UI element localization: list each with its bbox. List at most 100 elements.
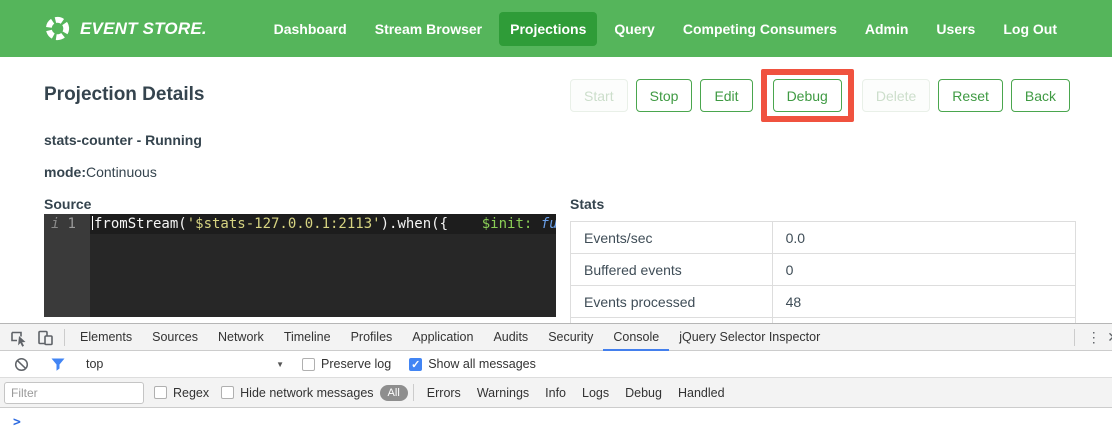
start-button[interactable]: Start: [570, 79, 628, 112]
code-line-1: fromStream('$stats-127.0.0.1:2113').when…: [90, 214, 556, 234]
preserve-log-checkbox[interactable]: [302, 358, 315, 371]
code-plain: fromStream(: [94, 216, 187, 232]
event-store-ring-icon: [44, 15, 71, 42]
edit-button[interactable]: Edit: [700, 79, 752, 112]
toolbar-separator: [413, 384, 414, 401]
mode-label: mode:: [44, 164, 86, 180]
gutter-annotation-icon: i: [51, 214, 59, 234]
regex-label: Regex: [173, 386, 209, 400]
console-prompt-chevron[interactable]: >: [0, 408, 21, 430]
nav-item-logout[interactable]: Log Out: [992, 12, 1068, 46]
level-filter-all[interactable]: All: [380, 385, 408, 401]
devtools-menu-icon[interactable]: ⋮: [1080, 324, 1107, 350]
devtools-close-icon[interactable]: ✕: [1107, 329, 1112, 346]
stat-name: Buffered events: [571, 254, 773, 285]
brand-name: EVENT STORE.: [80, 19, 207, 39]
console-output[interactable]: >: [0, 408, 1112, 439]
console-toolbar: top ▼ Preserve log ✓ Show all messages: [0, 351, 1112, 378]
filter-icon[interactable]: [44, 351, 71, 377]
regex-checkbox[interactable]: [154, 386, 167, 399]
tab-elements[interactable]: Elements: [70, 324, 142, 350]
nav-item-query[interactable]: Query: [603, 12, 665, 46]
code-area[interactable]: fromStream('$stats-127.0.0.1:2113').when…: [90, 214, 556, 317]
devtools-panel: Elements Sources Network Timeline Profil…: [0, 323, 1112, 440]
projection-action-buttons: Start Stop Edit Debug Delete Reset Back: [570, 69, 1070, 122]
preserve-log-label: Preserve log: [321, 357, 391, 371]
tab-audits[interactable]: Audits: [483, 324, 538, 350]
stats-section-label: Stats: [570, 196, 604, 212]
source-section-label: Source: [44, 196, 91, 212]
app-window: EVENT STORE. Dashboard Stream Browser Pr…: [0, 0, 1112, 440]
nav-item-projections[interactable]: Projections: [499, 12, 597, 46]
hide-network-label: Hide network messages: [240, 386, 373, 400]
hide-network-checkbox[interactable]: [221, 386, 234, 399]
preserve-log-toggle[interactable]: Preserve log: [302, 357, 391, 371]
clear-console-icon[interactable]: [8, 351, 35, 377]
table-row: Events processed 48: [571, 286, 1075, 318]
code-plain: ).when({: [381, 216, 448, 232]
stat-value: 48: [773, 286, 1075, 317]
code-identifier: $init:: [482, 216, 533, 232]
text-cursor: [92, 216, 93, 230]
stop-button[interactable]: Stop: [636, 79, 693, 112]
nav-item-users[interactable]: Users: [925, 12, 986, 46]
line-number: 1: [67, 214, 75, 234]
tab-application[interactable]: Application: [402, 324, 483, 350]
top-navbar: EVENT STORE. Dashboard Stream Browser Pr…: [0, 0, 1112, 57]
tab-jquery-selector-inspector[interactable]: jQuery Selector Inspector: [669, 324, 830, 350]
projection-mode: mode:Continuous: [44, 164, 157, 180]
show-all-messages-toggle[interactable]: ✓ Show all messages: [409, 357, 536, 371]
show-all-messages-label: Show all messages: [428, 357, 536, 371]
regex-toggle[interactable]: Regex: [154, 386, 209, 400]
hide-network-toggle[interactable]: Hide network messages: [221, 386, 373, 400]
source-code-editor[interactable]: i 1 fromStream('$stats-127.0.0.1:2113').…: [44, 214, 556, 317]
code-string: '$stats-127.0.0.1:2113': [187, 216, 381, 232]
toolbar-separator: [1074, 329, 1075, 346]
main-nav: Dashboard Stream Browser Projections Que…: [263, 12, 1068, 46]
back-button[interactable]: Back: [1011, 79, 1070, 112]
level-filter-handled[interactable]: Handled: [670, 386, 733, 400]
stat-name: Events/sec: [571, 222, 773, 253]
device-toolbar-icon[interactable]: [32, 324, 59, 350]
tab-timeline[interactable]: Timeline: [274, 324, 341, 350]
mode-value: Continuous: [86, 164, 157, 180]
level-filter-debug[interactable]: Debug: [617, 386, 670, 400]
debug-highlight-annotation: Debug: [761, 69, 854, 122]
event-store-logo[interactable]: EVENT STORE.: [44, 15, 207, 42]
code-whitespace: [532, 216, 540, 232]
context-label: top: [86, 357, 276, 371]
nav-item-competing-consumers[interactable]: Competing Consumers: [672, 12, 848, 46]
level-filter-errors[interactable]: Errors: [419, 386, 469, 400]
code-keyword: fu: [541, 216, 556, 232]
table-row: Events/sec 0.0: [571, 222, 1075, 254]
devtools-tab-bar: Elements Sources Network Timeline Profil…: [0, 324, 1112, 351]
inspect-element-icon[interactable]: [5, 324, 32, 350]
delete-button[interactable]: Delete: [862, 79, 930, 112]
debug-button[interactable]: Debug: [773, 79, 842, 112]
level-filter-warnings[interactable]: Warnings: [469, 386, 537, 400]
console-filter-bar: Regex Hide network messages All Errors W…: [0, 378, 1112, 408]
editor-gutter: i 1: [44, 214, 90, 317]
level-filter-info[interactable]: Info: [537, 386, 574, 400]
filter-input[interactable]: [4, 382, 144, 404]
tab-network[interactable]: Network: [208, 324, 274, 350]
tab-security[interactable]: Security: [538, 324, 603, 350]
show-all-messages-checkbox[interactable]: ✓: [409, 358, 422, 371]
chevron-down-icon: ▼: [276, 360, 284, 369]
stat-value: 0.0: [773, 222, 1075, 253]
table-row: Buffered events 0: [571, 254, 1075, 286]
tab-console[interactable]: Console: [603, 324, 669, 351]
tab-profiles[interactable]: Profiles: [341, 324, 403, 350]
page-title: Projection Details: [44, 84, 205, 106]
nav-item-stream-browser[interactable]: Stream Browser: [364, 12, 493, 46]
level-filter-logs[interactable]: Logs: [574, 386, 617, 400]
nav-item-dashboard[interactable]: Dashboard: [263, 12, 358, 46]
reset-button[interactable]: Reset: [938, 79, 1003, 112]
stat-name: Events processed: [571, 286, 773, 317]
execution-context-selector[interactable]: top ▼: [86, 357, 284, 371]
nav-item-admin[interactable]: Admin: [854, 12, 920, 46]
toolbar-separator: [64, 329, 65, 346]
projection-status: stats-counter - Running: [44, 132, 202, 148]
tab-sources[interactable]: Sources: [142, 324, 208, 350]
stat-value: 0: [773, 254, 1075, 285]
